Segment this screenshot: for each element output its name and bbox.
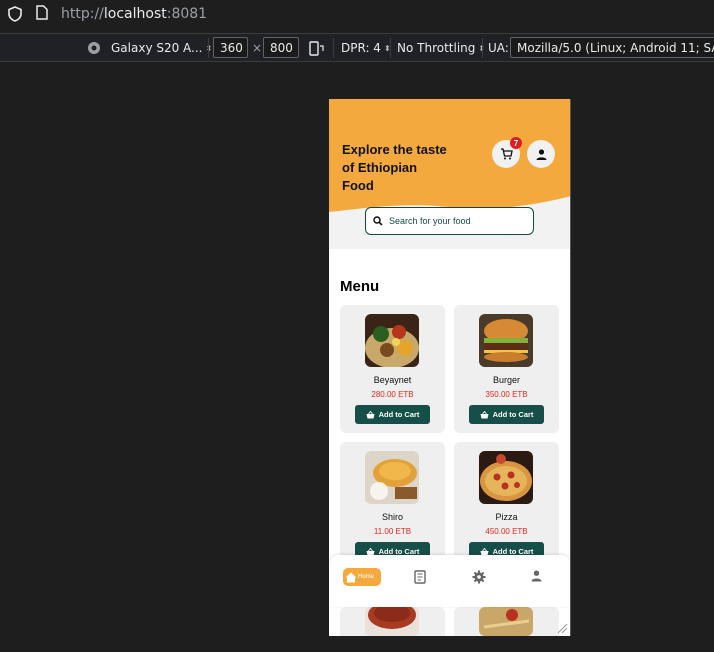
user-icon [536, 148, 546, 160]
menu-heading: Menu [340, 278, 380, 295]
food-price: 350.00 ETB [485, 390, 528, 399]
width-input[interactable]: 360 [213, 37, 248, 58]
food-image [365, 314, 419, 367]
nav-home[interactable]: Home [343, 568, 381, 586]
hero-title: Explore the taste of Ethiopian Food [342, 142, 447, 193]
device-icon [88, 42, 100, 54]
address-bar: http://localhost:8081 [0, 0, 714, 29]
search-icon [373, 216, 383, 226]
add-to-cart-button[interactable]: Add to Cart [355, 405, 430, 424]
phone-viewport: Explore the taste of Ethiopian Food 7 Me… [329, 99, 571, 636]
url-field[interactable]: http://localhost:8081 [61, 6, 207, 22]
resize-handle[interactable] [557, 623, 568, 634]
divider [333, 38, 334, 58]
search-input[interactable] [389, 216, 529, 226]
divider [390, 38, 391, 58]
food-card[interactable] [340, 607, 445, 636]
food-image [365, 451, 419, 504]
ua-input[interactable]: Mozilla/5.0 (Linux; Android 11; SAMSU [510, 37, 714, 58]
user-icon[interactable] [531, 570, 542, 582]
ua-label: UA: [488, 41, 509, 55]
food-image [479, 314, 533, 367]
nav-home-label: Home [358, 574, 375, 580]
food-name: Shiro [381, 512, 403, 522]
search-bar[interactable] [365, 207, 534, 235]
rotate-icon[interactable] [309, 41, 325, 56]
food-price: 450.00 ETB [485, 527, 528, 536]
food-name: Pizza [495, 512, 518, 522]
page-icon [36, 5, 48, 20]
throttling-select[interactable]: No Throttling⬍ [397, 41, 485, 55]
device-select[interactable]: Galaxy S20 A...⬍ [111, 41, 212, 55]
bottom-nav: Home [329, 555, 570, 607]
height-input[interactable]: 800 [263, 37, 299, 58]
dpr-select[interactable]: DPR: 4 ⬍ [341, 41, 391, 55]
hero-header: Explore the taste of Ethiopian Food 7 [329, 99, 570, 249]
food-card[interactable]: Beyaynet 280.00 ETB Add to Cart [340, 305, 445, 433]
cart-badge: 7 [510, 137, 522, 149]
food-name: Beyaynet [373, 375, 412, 385]
shield-icon[interactable] [8, 6, 22, 22]
food-name: Burger [492, 375, 520, 385]
menu-book-icon[interactable] [414, 570, 426, 584]
cart-icon [500, 148, 513, 160]
food-price: 11.00 ETB [373, 527, 412, 536]
food-card[interactable]: Pizza 450.00 ETB Add to Cart [454, 442, 559, 570]
home-icon [345, 572, 357, 582]
device-toolbar: Galaxy S20 A...⬍ 360 × 800 DPR: 4⬍ No Th… [0, 33, 714, 62]
basket-icon [366, 410, 375, 418]
food-price: 280.00 ETB [371, 390, 414, 399]
divider [208, 38, 209, 58]
times-sign: × [252, 41, 263, 55]
food-card[interactable] [454, 607, 559, 636]
add-to-cart-button[interactable]: Add to Cart [469, 405, 544, 424]
divider [482, 38, 483, 58]
food-card[interactable]: Burger 350.00 ETB Add to Cart [454, 305, 559, 433]
food-card[interactable]: Shiro 11.00 ETB Add to Cart [340, 442, 445, 570]
food-image [479, 451, 533, 504]
profile-button[interactable] [527, 140, 555, 168]
gear-icon[interactable] [472, 570, 486, 584]
basket-icon [480, 410, 489, 418]
